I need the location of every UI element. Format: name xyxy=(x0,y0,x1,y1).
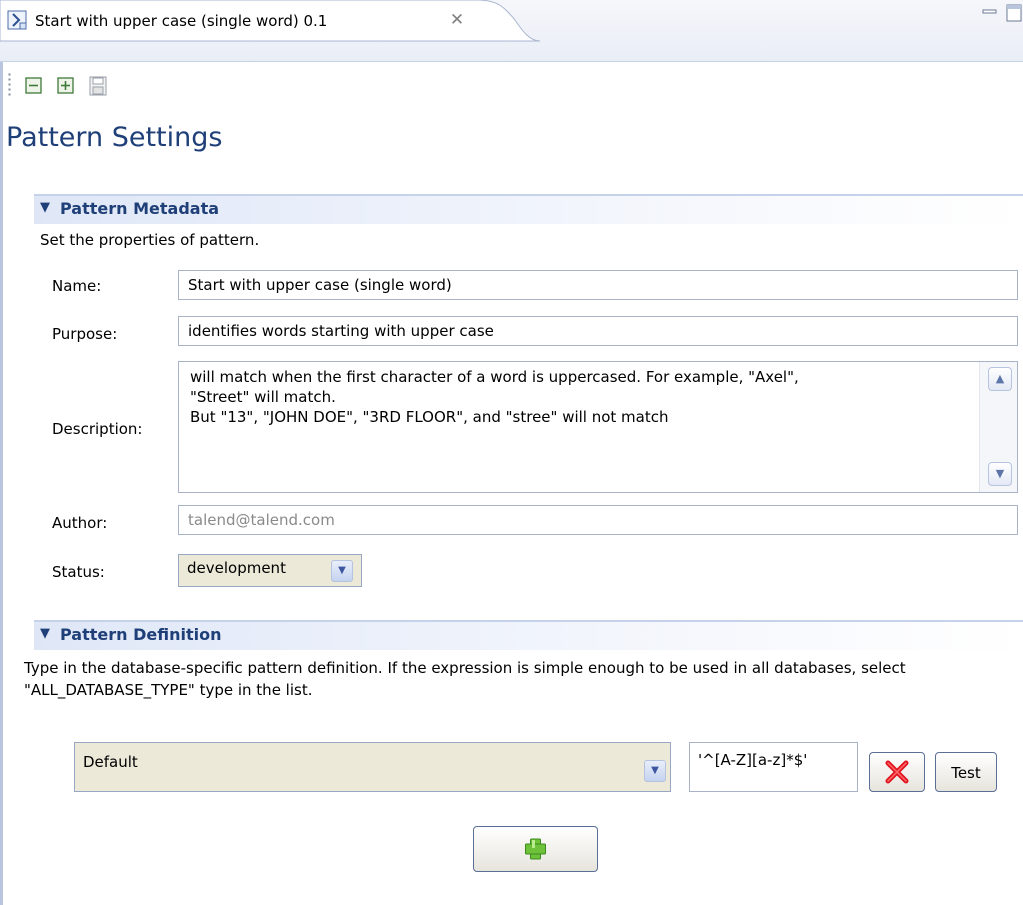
chevron-down-icon[interactable]: ▼ xyxy=(644,760,666,782)
section-title: Pattern Metadata xyxy=(60,199,220,218)
test-button-label: Test xyxy=(951,764,981,782)
delete-x-icon xyxy=(885,760,909,784)
maximize-view-icon[interactable] xyxy=(1005,3,1023,23)
editor-left-border xyxy=(0,62,3,905)
toolbar-grip[interactable] xyxy=(8,72,11,98)
test-expression-button[interactable]: Test xyxy=(935,752,997,792)
author-label: Author: xyxy=(52,514,108,532)
collapse-all-icon[interactable] xyxy=(24,76,44,96)
chevron-down-icon[interactable]: ▼ xyxy=(331,560,353,582)
description-text[interactable]: will match when the first character of a… xyxy=(190,367,980,427)
close-tab-icon[interactable]: ✕ xyxy=(447,10,467,30)
add-expression-button[interactable] xyxy=(473,826,598,872)
tab-title[interactable]: Start with upper case (single word) 0.1 xyxy=(35,12,327,30)
scroll-up-icon[interactable]: ▲ xyxy=(988,367,1012,391)
pattern-file-icon xyxy=(7,10,29,31)
save-icon[interactable] xyxy=(88,76,108,96)
scroll-down-icon[interactable]: ▼ xyxy=(988,462,1012,486)
collapse-triangle-icon[interactable]: ▼ xyxy=(40,200,50,215)
collapse-triangle-icon[interactable]: ▼ xyxy=(40,626,50,641)
status-label: Status: xyxy=(52,563,105,581)
page-title: Pattern Settings xyxy=(6,122,223,153)
description-scrollbar[interactable]: ▲ ▼ xyxy=(979,362,1017,492)
editor-tab-bar: Start with upper case (single word) 0.1 … xyxy=(0,0,1023,62)
description-textarea[interactable]: will match when the first character of a… xyxy=(178,361,1018,493)
regex-expression-field[interactable]: '^[A-Z][a-z]*$' xyxy=(689,742,858,792)
description-label: Description: xyxy=(52,420,143,438)
purpose-label: Purpose: xyxy=(52,325,118,343)
add-plus-icon xyxy=(525,838,546,860)
section-title: Pattern Definition xyxy=(60,625,222,644)
section-description: Set the properties of pattern. xyxy=(40,231,260,249)
purpose-field[interactable]: identifies words starting with upper cas… xyxy=(178,316,1018,346)
author-field[interactable]: talend@talend.com xyxy=(178,505,1018,535)
minimize-view-icon[interactable] xyxy=(982,5,997,17)
name-field[interactable]: Start with upper case (single word) xyxy=(178,270,1018,300)
database-type-value: Default xyxy=(83,753,138,771)
database-type-select[interactable]: Default ▼ xyxy=(74,742,671,792)
expand-all-icon[interactable] xyxy=(56,76,76,96)
status-value: development xyxy=(187,559,286,577)
section-header-pattern-metadata[interactable]: ▼ Pattern Metadata xyxy=(34,194,1023,224)
regex-expression-value[interactable]: '^[A-Z][a-z]*$' xyxy=(698,751,807,769)
section-header-pattern-definition[interactable]: ▼ Pattern Definition xyxy=(34,620,1023,650)
status-select[interactable]: development ▼ xyxy=(178,554,362,587)
name-label: Name: xyxy=(52,277,102,295)
section-description: Type in the database-specific pattern de… xyxy=(24,659,906,699)
delete-expression-button[interactable] xyxy=(869,752,925,792)
